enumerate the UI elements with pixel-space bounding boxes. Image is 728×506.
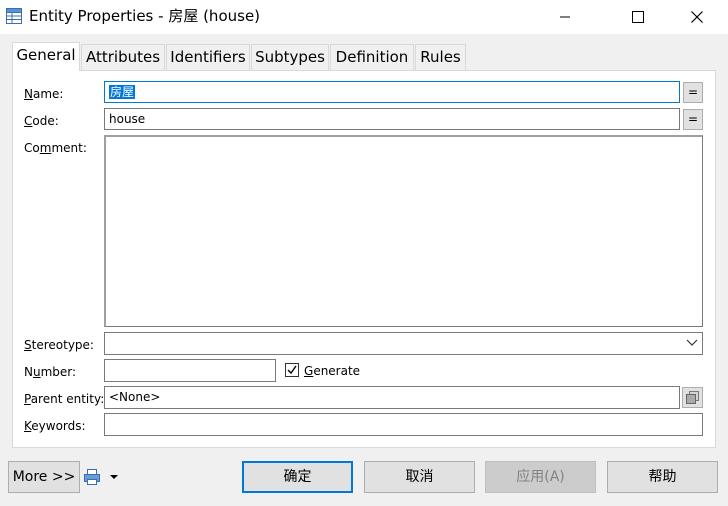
name-equals-button[interactable]: =: [683, 82, 703, 103]
generate-checkbox[interactable]: [285, 363, 299, 377]
checkmark-icon: [287, 365, 297, 375]
tab-definition[interactable]: Definition: [330, 44, 414, 70]
tab-rules[interactable]: Rules: [415, 44, 466, 70]
help-button[interactable]: 帮助: [607, 461, 718, 493]
properties-icon: [686, 391, 699, 404]
parent-entity-browse-button[interactable]: [682, 387, 703, 408]
minimize-icon: [560, 16, 570, 18]
tab-subtypes[interactable]: Subtypes: [251, 44, 329, 70]
close-button[interactable]: [674, 0, 720, 34]
close-icon: [691, 11, 703, 23]
number-input[interactable]: [104, 359, 276, 382]
code-equals-button[interactable]: =: [683, 109, 703, 130]
tab-attributes[interactable]: Attributes: [81, 44, 165, 70]
minimize-button[interactable]: [542, 0, 588, 34]
comment-label: Comment:: [24, 141, 87, 155]
chevron-down-icon: [686, 339, 698, 346]
tab-identifiers[interactable]: Identifiers: [166, 44, 250, 70]
tab-general[interactable]: General: [12, 42, 80, 71]
generate-label[interactable]: Generate: [304, 363, 360, 379]
window-title: Entity Properties - 房屋 (house): [29, 7, 261, 25]
stereotype-label: Stereotype:: [24, 338, 94, 352]
printer-icon: [84, 469, 100, 485]
apply-button[interactable]: 应用(A): [485, 461, 596, 493]
name-label: Name:: [24, 87, 64, 101]
print-menu-button[interactable]: [84, 463, 124, 491]
stereotype-select[interactable]: [104, 332, 703, 355]
maximize-button[interactable]: [615, 0, 661, 34]
code-input[interactable]: house: [104, 108, 680, 130]
number-label: Number:: [24, 365, 77, 379]
title-bar: Entity Properties - 房屋 (house): [0, 0, 728, 34]
comment-textarea[interactable]: [104, 135, 703, 327]
maximize-icon: [632, 11, 644, 23]
name-input[interactable]: 房屋: [104, 81, 680, 103]
ok-button[interactable]: 确定: [242, 461, 353, 493]
more-button[interactable]: More >>: [8, 461, 80, 493]
caret-down-icon: [110, 475, 118, 479]
parent-entity-field[interactable]: <None>: [104, 386, 680, 409]
keywords-input[interactable]: [104, 413, 703, 436]
keywords-label: Keywords:: [24, 419, 86, 433]
cancel-button[interactable]: 取消: [364, 461, 475, 493]
code-label: Code:: [24, 114, 59, 128]
entity-table-icon: [6, 8, 22, 24]
parent-entity-label: Parent entity:: [24, 392, 105, 406]
